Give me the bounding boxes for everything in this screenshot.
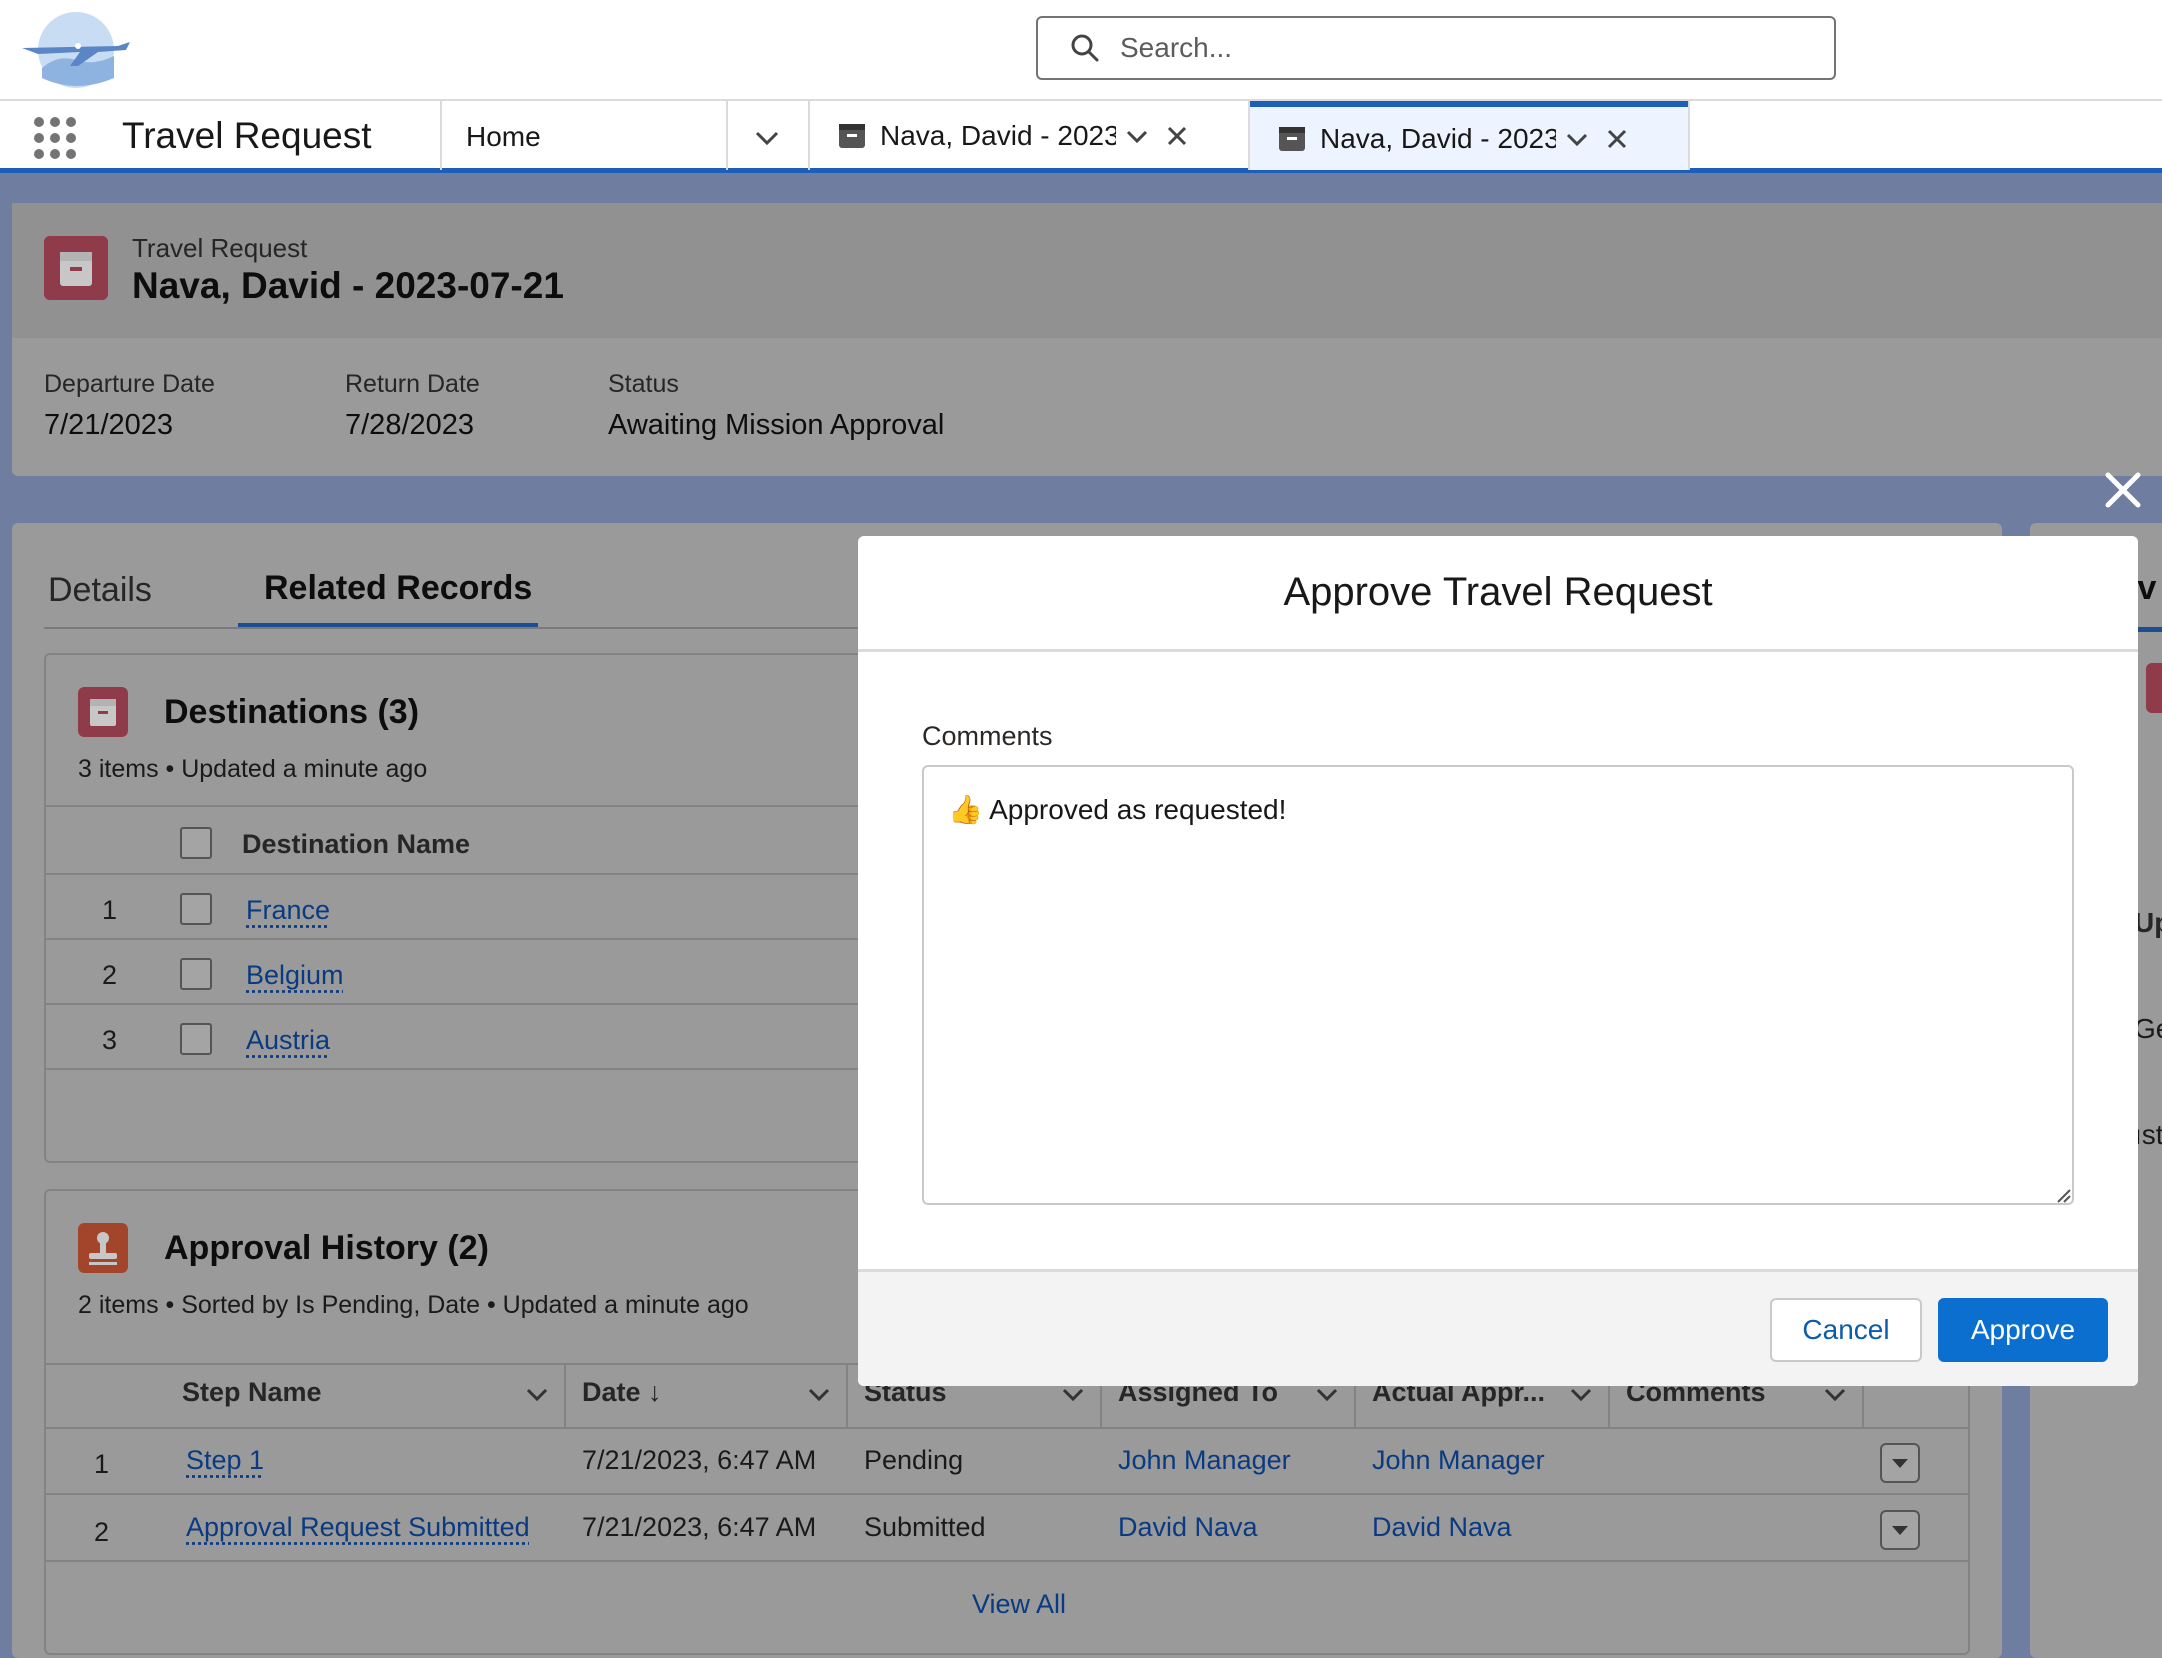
nav-item-home[interactable]: Home xyxy=(466,121,541,153)
global-search[interactable] xyxy=(1036,16,1836,80)
record-title: Nava, David - 2023-07-21 xyxy=(132,265,564,307)
field-value: 7/28/2023 xyxy=(345,409,480,442)
workspace-tab-label: Nava, David - 2023... xyxy=(1320,123,1556,155)
travel-request-icon xyxy=(44,236,108,300)
row-divider xyxy=(46,1493,1968,1495)
tabs-divider xyxy=(44,627,874,629)
related-icon xyxy=(2146,663,2162,713)
row-checkbox[interactable] xyxy=(180,958,212,990)
tab-details[interactable]: Details xyxy=(48,571,152,610)
row-checkbox[interactable] xyxy=(180,893,212,925)
field-value: Awaiting Mission Approval xyxy=(608,409,944,442)
navigation-bar: Travel Request Home Nava, David - 2023..… xyxy=(0,99,2162,173)
assigned-to-link[interactable]: David Nava xyxy=(1118,1512,1258,1543)
chevron-down-icon[interactable] xyxy=(806,1381,832,1407)
column-divider xyxy=(846,1363,848,1429)
workspace-tab[interactable]: Nava, David - 2023... xyxy=(810,101,1248,170)
side-panel-fragment: Ge xyxy=(2134,1013,2162,1045)
record-object-type: Travel Request xyxy=(132,233,307,264)
side-panel-fragment: ıst xyxy=(2134,1119,2162,1151)
column-divider xyxy=(564,1363,566,1429)
row-number: 1 xyxy=(102,895,117,926)
row-number: 1 xyxy=(94,1449,109,1480)
approve-travel-request-modal: Approve Travel Request Comments 👍 Approv… xyxy=(858,536,2138,1386)
row-divider xyxy=(46,1427,1968,1429)
row-checkbox[interactable] xyxy=(180,1023,212,1055)
search-icon xyxy=(1070,33,1100,63)
field-label: Status xyxy=(608,370,944,399)
travel-request-icon xyxy=(838,122,866,150)
modal-title: Approve Travel Request xyxy=(1283,570,1712,615)
app-name: Travel Request xyxy=(122,115,372,157)
related-list-title[interactable]: Destinations (3) xyxy=(164,693,419,732)
destination-link[interactable]: Belgium xyxy=(246,960,344,991)
chevron-down-icon[interactable] xyxy=(752,123,782,153)
row-number: 2 xyxy=(102,960,117,991)
assigned-to-link[interactable]: John Manager xyxy=(1118,1445,1291,1476)
actual-approver-link[interactable]: John Manager xyxy=(1372,1445,1545,1476)
row-divider xyxy=(46,1560,1968,1562)
date-cell: 7/21/2023, 6:47 AM xyxy=(582,1512,816,1543)
destination-link[interactable]: Austria xyxy=(246,1025,330,1056)
travel-request-icon xyxy=(1278,125,1306,153)
column-header-date[interactable]: Date ↓ xyxy=(582,1377,662,1408)
travel-request-icon xyxy=(78,687,128,737)
view-all-link[interactable]: View All xyxy=(972,1589,1066,1620)
select-all-checkbox[interactable] xyxy=(180,827,212,859)
actual-approver-link[interactable]: David Nava xyxy=(1372,1512,1512,1543)
related-list-title[interactable]: Approval History (2) xyxy=(164,1229,489,1268)
column-header[interactable]: Destination Name xyxy=(242,829,470,860)
status-cell: Submitted xyxy=(864,1512,986,1543)
chevron-down-icon[interactable] xyxy=(1564,126,1590,152)
nav-divider xyxy=(726,101,728,170)
step-name-link[interactable]: Approval Request Submitted xyxy=(186,1512,530,1543)
cancel-button[interactable]: Cancel xyxy=(1770,1298,1922,1362)
nav-divider xyxy=(1688,101,1690,170)
column-header-step-name[interactable]: Step Name xyxy=(182,1377,322,1408)
highlight-field-departure: Departure Date 7/21/2023 xyxy=(44,370,215,442)
status-cell: Pending xyxy=(864,1445,963,1476)
approval-icon xyxy=(78,1223,128,1273)
workspace-tab-label: Nava, David - 2023... xyxy=(880,120,1116,152)
destination-link[interactable]: France xyxy=(246,895,330,926)
comments-label: Comments xyxy=(922,721,1053,752)
related-list-meta: 2 items • Sorted by Is Pending, Date • U… xyxy=(78,1291,749,1320)
nav-divider xyxy=(440,101,442,170)
field-label: Departure Date xyxy=(44,370,215,399)
highlight-field-status: Status Awaiting Mission Approval xyxy=(608,370,944,442)
modal-footer: Cancel Approve xyxy=(858,1269,2138,1386)
workspace-tab-active[interactable]: Nava, David - 2023... xyxy=(1250,101,1688,170)
close-icon[interactable] xyxy=(1604,126,1630,152)
close-icon[interactable] xyxy=(2100,467,2146,513)
row-actions-button[interactable] xyxy=(1880,1510,1920,1550)
approve-button[interactable]: Approve xyxy=(1938,1298,2108,1362)
chevron-down-icon[interactable] xyxy=(1124,123,1150,149)
field-value: 7/21/2023 xyxy=(44,409,215,442)
row-number: 3 xyxy=(102,1025,117,1056)
dropdown-arrow-icon xyxy=(1882,1512,1918,1548)
global-header xyxy=(0,0,2162,99)
field-label: Return Date xyxy=(345,370,480,399)
related-list-meta: 3 items • Updated a minute ago xyxy=(78,755,427,784)
comments-textarea[interactable]: 👍 Approved as requested! xyxy=(922,765,2074,1205)
row-actions-button[interactable] xyxy=(1880,1443,1920,1483)
tab-related-records[interactable]: Related Records xyxy=(264,569,532,608)
highlight-field-return: Return Date 7/28/2023 xyxy=(345,370,480,442)
record-highlights-panel: Travel Request Nava, David - 2023-07-21 … xyxy=(12,203,2162,476)
row-number: 2 xyxy=(94,1517,109,1548)
step-name-link[interactable]: Step 1 xyxy=(186,1445,264,1476)
modal-header: Approve Travel Request xyxy=(858,536,2138,652)
date-cell: 7/21/2023, 6:47 AM xyxy=(582,1445,816,1476)
airline-logo-icon[interactable] xyxy=(18,8,134,88)
resize-handle-icon[interactable] xyxy=(2054,1186,2072,1204)
app-launcher-icon[interactable] xyxy=(32,115,78,161)
side-panel-fragment: Up xyxy=(2134,907,2162,939)
chevron-down-icon[interactable] xyxy=(524,1381,550,1407)
search-input[interactable] xyxy=(1120,32,1820,64)
close-icon[interactable] xyxy=(1164,123,1190,149)
dropdown-arrow-icon xyxy=(1882,1445,1918,1481)
